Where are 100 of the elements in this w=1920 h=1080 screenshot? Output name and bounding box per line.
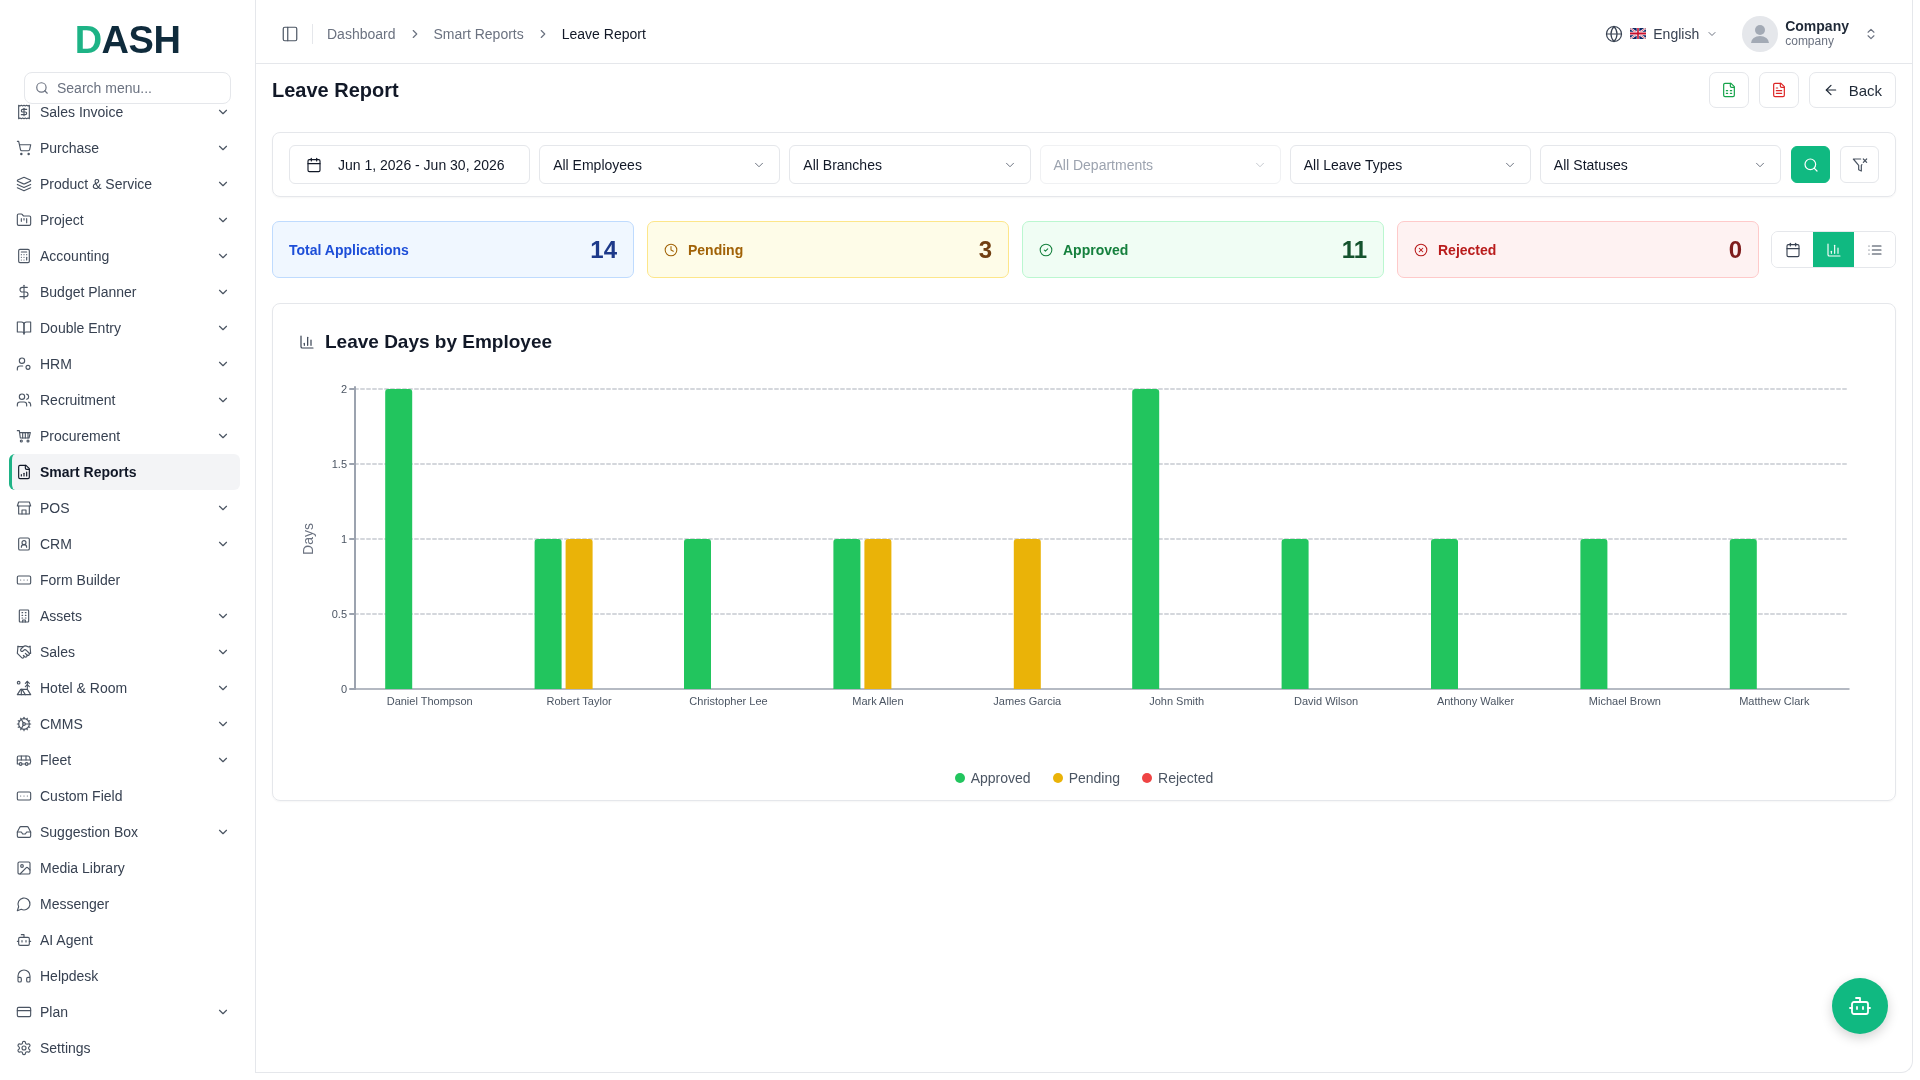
sidebar-item[interactable]: POS [9, 490, 240, 526]
sidebar-item[interactable]: Messenger [9, 886, 240, 922]
sidebar-item[interactable]: Plan [9, 994, 240, 1030]
sidebar-item[interactable]: Double Entry [9, 310, 240, 346]
sidebar-item[interactable]: Helpdesk [9, 958, 240, 994]
breadcrumb-current[interactable]: Leave Report [561, 25, 646, 42]
category-label: Daniel Thompson [386, 695, 473, 707]
assistant-button[interactable] [1832, 978, 1888, 1034]
sidebar-item[interactable]: CRM [9, 526, 240, 562]
legend-label: Approved [970, 770, 1031, 786]
tick-label: 2 [340, 383, 347, 395]
credit-card-icon [16, 1004, 32, 1020]
sidebar-item[interactable]: AI Agent [9, 922, 240, 958]
folder-icon [16, 212, 32, 228]
sidebar-item[interactable]: Settings [9, 1030, 240, 1066]
date-range-field[interactable]: Jun 1, 2026 - Jun 30, 2026 [289, 145, 531, 184]
input-icon [16, 788, 32, 804]
sidebar-item[interactable]: Media Library [9, 850, 240, 886]
sidebar-item[interactable]: Project [9, 202, 240, 238]
calculator-icon [16, 248, 32, 264]
chat-bubble-icon [16, 896, 32, 912]
category-label: David Wilson [1294, 695, 1359, 707]
search-button[interactable] [1791, 146, 1831, 183]
stat-value: 3 [978, 235, 992, 264]
category-label: Robert Taylor [546, 695, 612, 707]
select-field[interactable]: All Leave Types [1289, 145, 1531, 184]
robot-icon [1848, 994, 1872, 1018]
select-field[interactable]: All Branches [789, 145, 1031, 184]
sidebar-item[interactable]: CMMS [9, 706, 240, 742]
search-icon [1802, 156, 1819, 173]
stat-label: Pending [688, 241, 745, 258]
view-toggle-button[interactable] [1813, 232, 1854, 267]
globe-icon [1605, 24, 1624, 43]
sidebar-item[interactable]: Product & Service [9, 166, 240, 202]
sidebar-item[interactable]: Procurement [9, 418, 240, 454]
sidebar-item[interactable]: Custom Field [9, 778, 240, 814]
filter-x-icon [1851, 156, 1868, 173]
stat-value: 0 [1728, 235, 1742, 264]
document-export-button[interactable] [1758, 72, 1799, 108]
category-label: John Smith [1149, 695, 1205, 707]
sidebar-item[interactable]: Fleet [9, 742, 240, 778]
sidebar-item[interactable]: Hotel & Room [9, 670, 240, 706]
store-icon [16, 500, 32, 516]
user-role: company [1785, 34, 1834, 48]
tick-label: 0 [340, 683, 347, 695]
category-label: Michael Brown [1588, 695, 1661, 707]
x-circle-icon [1414, 242, 1428, 257]
category-label: Matthew Clark [1739, 695, 1810, 707]
tick-label: 1.5 [331, 458, 347, 470]
building-icon [16, 608, 32, 624]
user-menu-button[interactable]: Company company [1742, 15, 1878, 52]
logo: DASH [73, 22, 182, 58]
select-field[interactable]: All Statuses [1539, 145, 1782, 184]
calendar-icon [306, 156, 322, 173]
tick-label: 1 [340, 533, 347, 545]
stat-value: 11 [1341, 235, 1367, 264]
clock-icon [664, 242, 678, 257]
category-label: James Garcia [993, 695, 1062, 707]
sidebar-item[interactable]: Purchase [9, 130, 240, 166]
search-icon [35, 81, 49, 95]
inbox-icon [16, 824, 32, 840]
tick-label: 0.5 [331, 608, 347, 620]
breadcrumb-link[interactable]: Dashboard [327, 25, 396, 42]
sidebar-item[interactable]: Budget Planner [9, 274, 240, 310]
layers-icon [16, 176, 32, 192]
check-circle-icon [1039, 242, 1053, 257]
document-icon [1770, 82, 1787, 98]
page-title: Leave Report [272, 78, 400, 102]
sidebar-item[interactable]: HRM [9, 346, 240, 382]
avatar-icon [1742, 15, 1779, 52]
category-label: Anthony Walker [1436, 695, 1515, 707]
search-field[interactable]: Search menu... [24, 72, 231, 104]
sidebar-item[interactable]: Sales Invoice [9, 104, 240, 130]
dollar-icon [16, 284, 32, 300]
spreadsheet-export-button[interactable] [1708, 72, 1749, 108]
sidebar-item[interactable]: Accounting [9, 238, 240, 274]
input-icon [16, 572, 32, 588]
file-chart-icon [16, 464, 32, 480]
legend-label: Rejected [1158, 770, 1214, 786]
users-icon [16, 392, 32, 408]
breadcrumb-link[interactable]: Smart Reports [433, 25, 524, 42]
chart-title: Leave Days by Employee [325, 331, 553, 353]
stat-label: Rejected [1438, 241, 1498, 258]
receipt-icon [16, 104, 32, 120]
sidebar-panel-icon [281, 24, 299, 43]
tent-icon [16, 680, 32, 696]
sidebar-item[interactable]: Assets [9, 598, 240, 634]
sidebar-item[interactable]: Sales [9, 634, 240, 670]
back-button[interactable]: Back [1808, 72, 1896, 108]
select-field[interactable]: All Employees [539, 145, 781, 184]
robot-icon [16, 932, 32, 948]
sidebar-item[interactable]: Suggestion Box [9, 814, 240, 850]
language-selector[interactable]: English [1605, 24, 1719, 43]
sidebar-item[interactable]: Recruitment [9, 382, 240, 418]
user-cog-icon [16, 356, 32, 372]
sidebar-item[interactable]: Smart Reports [9, 454, 240, 490]
sidebar-item[interactable]: Form Builder [9, 562, 240, 598]
bus-icon [16, 752, 32, 768]
calendar-icon [1784, 241, 1801, 258]
clear-filter-button[interactable] [1840, 146, 1880, 183]
